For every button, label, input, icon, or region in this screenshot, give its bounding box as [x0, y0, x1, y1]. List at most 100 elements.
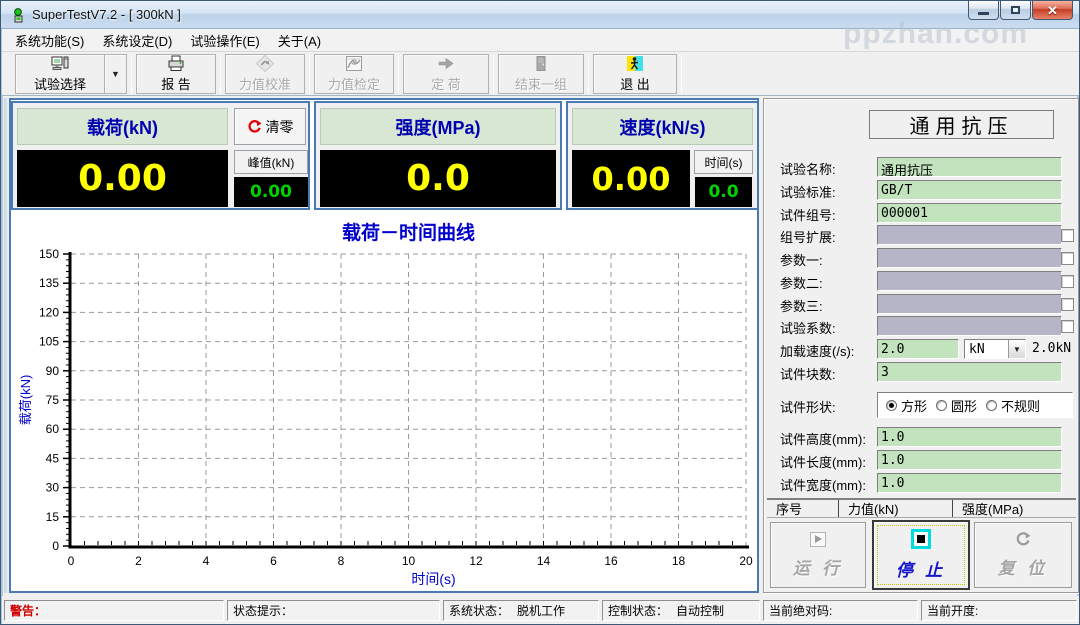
- field-row-1: 试验标准: GB/T: [780, 180, 1074, 200]
- shape-radio-group: 方形 圆形 不规则: [877, 392, 1073, 418]
- toolbar-separator: [309, 54, 310, 93]
- clear-zero-button[interactable]: 清零: [234, 108, 306, 145]
- svg-text:12: 12: [469, 554, 483, 568]
- svg-text:30: 30: [46, 481, 60, 495]
- toolbar: 试验选择 ▼ 报 告 力值校准 力值检定 定 荷 结束一组 退 出: [2, 52, 1079, 96]
- load-speed-row-label: 加载速度(/s):: [780, 344, 855, 359]
- dim-input-0[interactable]: 1.0: [877, 427, 1062, 447]
- svg-text:120: 120: [39, 305, 59, 319]
- verify-icon: [345, 55, 363, 73]
- status-label: 当前开度:: [927, 603, 979, 618]
- toolbar-button-3[interactable]: 力值检定: [314, 53, 394, 94]
- printer-icon: [167, 55, 185, 73]
- field-checkbox-5[interactable]: [1061, 275, 1074, 288]
- dim-row-1-label: 试件长度(mm):: [780, 455, 866, 470]
- svg-text:6: 6: [270, 554, 277, 568]
- dim-input-1[interactable]: 1.0: [877, 450, 1062, 470]
- field-input-6[interactable]: [877, 294, 1062, 314]
- field-row-4-label: 参数一:: [780, 253, 823, 268]
- field-input-5[interactable]: [877, 271, 1062, 291]
- radio-dot-icon: [886, 399, 897, 411]
- speed-value-display: 0.00: [572, 150, 690, 207]
- field-checkbox-6[interactable]: [1061, 298, 1074, 311]
- calibrate-icon: [256, 55, 274, 73]
- stop-button[interactable]: 停 止: [872, 520, 970, 590]
- field-checkbox-4[interactable]: [1061, 252, 1074, 265]
- field-input-2[interactable]: 000001: [877, 203, 1062, 223]
- svg-text:15: 15: [46, 510, 60, 524]
- shape-radio-label: 不规则: [1001, 398, 1041, 414]
- status-value: 自动控制: [676, 603, 725, 618]
- dim-row-1: 试件长度(mm): 1.0: [780, 450, 1074, 470]
- toolbar-separator: [398, 54, 399, 93]
- field-input-4[interactable]: [877, 248, 1062, 268]
- menu-item-3[interactable]: 关于(A): [269, 28, 330, 53]
- app-icon: [14, 7, 23, 22]
- minimize-icon: [978, 11, 989, 15]
- toolbar-button-6[interactable]: 退 出: [593, 53, 677, 94]
- status-segment-0: 警告：: [4, 599, 224, 621]
- menu-item-1[interactable]: 系统设定(D): [93, 28, 181, 53]
- strength-value-display: 0.0: [320, 150, 556, 207]
- reset-button[interactable]: 复 位: [974, 522, 1072, 588]
- field-row-3-label: 组号扩展:: [780, 230, 836, 245]
- shape-radio-1[interactable]: 圆形: [936, 396, 977, 415]
- minimize-button[interactable]: [968, 1, 999, 20]
- chevron-down-icon[interactable]: ▼: [1008, 340, 1025, 358]
- stop-label: 停 止: [895, 561, 947, 580]
- toolbar-button-label: 力值检定: [327, 76, 380, 92]
- shape-radio-0[interactable]: 方形: [886, 396, 927, 415]
- svg-text:载荷－时间曲线: 载荷－时间曲线: [342, 221, 475, 244]
- maximize-button[interactable]: [1000, 1, 1031, 20]
- close-button[interactable]: ✕: [1032, 1, 1073, 20]
- title-bar: SuperTestV7.2 - [ 300kN ] ✕: [1, 1, 1079, 29]
- load-arrow-icon: [437, 55, 455, 73]
- result-table-header: 序号 力值(kN) 强度(MPa): [767, 498, 1076, 518]
- svg-text:135: 135: [39, 276, 59, 290]
- test-type-title: 通用抗压: [869, 110, 1054, 139]
- field-input-7[interactable]: [877, 316, 1062, 336]
- field-row-1-label: 试验标准:: [780, 185, 836, 200]
- unit-select[interactable]: kN ▼: [964, 339, 1026, 359]
- menu-item-0[interactable]: 系统功能(S): [6, 28, 93, 53]
- shape-radio-label: 圆形: [951, 398, 978, 414]
- peak-label: 峰值(kN): [234, 150, 308, 174]
- field-checkbox-3[interactable]: [1061, 229, 1074, 242]
- dim-input-2[interactable]: 1.0: [877, 473, 1062, 493]
- status-label: 状态提示：: [233, 603, 294, 618]
- exit-icon: [626, 55, 644, 73]
- field-input-3[interactable]: [877, 225, 1062, 245]
- dropdown-arrow-icon[interactable]: ▼: [105, 53, 127, 94]
- toolbar-button-label: 退 出: [620, 76, 650, 92]
- toolbar-button-5[interactable]: 结束一组: [498, 53, 584, 94]
- reset-label: 复 位: [997, 559, 1049, 578]
- load-speed-input[interactable]: 2.0: [877, 339, 959, 359]
- toolbar-button-label: 报 告: [161, 76, 191, 92]
- status-segment-5: 当前开度:: [921, 599, 1077, 621]
- toolbar-button-2[interactable]: 力值校准: [225, 53, 305, 94]
- menu-item-2[interactable]: 试验操作(E): [181, 28, 268, 53]
- toolbar-button-1[interactable]: 报 告: [136, 53, 216, 94]
- run-icon: [810, 531, 826, 547]
- strength-title: 强度(MPa): [320, 108, 556, 145]
- reset-icon: [1016, 532, 1031, 546]
- svg-text:150: 150: [39, 247, 59, 261]
- toolbar-button-label: 试验选择: [33, 76, 86, 92]
- svg-text:时间(s): 时间(s): [411, 571, 455, 587]
- toolbar-button-4[interactable]: 定 荷: [403, 53, 489, 94]
- table-header-0: 序号: [767, 500, 839, 517]
- run-button[interactable]: 运 行: [770, 522, 866, 588]
- svg-text:14: 14: [537, 554, 551, 568]
- specimen-count-input[interactable]: 3: [877, 362, 1062, 382]
- field-row-3: 组号扩展:: [780, 225, 1074, 245]
- toolbar-button-0[interactable]: 试验选择: [15, 53, 105, 94]
- svg-text:0: 0: [68, 554, 75, 568]
- shape-radio-2[interactable]: 不规则: [986, 396, 1040, 415]
- speed-display-panel: 速度(kN/s) 0.00 时间(s) 0.0: [566, 101, 759, 210]
- field-input-0[interactable]: 通用抗压: [877, 157, 1062, 177]
- svg-text:20: 20: [739, 554, 753, 568]
- toolbar-button-label: 力值校准: [238, 76, 291, 92]
- field-row-6-label: 参数三:: [780, 299, 823, 314]
- field-checkbox-7[interactable]: [1061, 320, 1074, 333]
- field-input-1[interactable]: GB/T: [877, 180, 1062, 200]
